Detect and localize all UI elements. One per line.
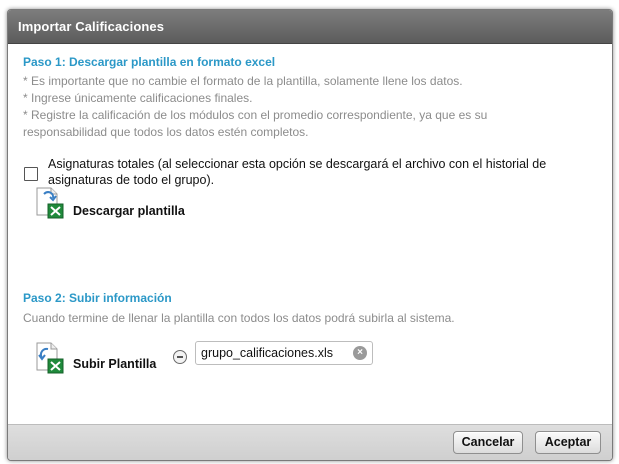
accept-button[interactable]: Aceptar	[535, 431, 601, 454]
upload-template-label[interactable]: Subir Plantilla	[73, 357, 156, 371]
excel-download-icon[interactable]	[35, 187, 65, 219]
uploaded-file-name: grupo_calificaciones.xls	[201, 346, 334, 360]
step1-title: Paso 1: Descargar plantilla en formato e…	[23, 55, 276, 69]
dialog-content: Paso 1: Descargar plantilla en formato e…	[8, 44, 612, 424]
uploaded-file-field[interactable]: grupo_calificaciones.xls ×	[195, 341, 373, 365]
step1-note-1: * Es importante que no cambie el formato…	[23, 74, 463, 88]
step2-description: Cuando termine de llenar la plantilla co…	[23, 311, 455, 325]
step1-note-3: * Registre la calificación de los módulo…	[23, 108, 488, 122]
step2-title: Paso 2: Subir información	[23, 291, 172, 305]
clear-icon[interactable]: ×	[353, 346, 367, 360]
dialog-footer: Cancelar Aceptar	[8, 424, 612, 460]
import-grades-dialog: Importar Calificaciones Paso 1: Descarga…	[7, 9, 613, 461]
dialog-titlebar: Importar Calificaciones	[8, 10, 612, 44]
checkbox-label-line-1: Asignaturas totales (al seleccionar esta…	[48, 157, 547, 171]
total-subjects-checkbox[interactable]	[24, 167, 38, 181]
total-subjects-label[interactable]: Asignaturas totales (al seleccionar esta…	[48, 156, 598, 188]
step1-note-2: * Ingrese únicamente calificaciones fina…	[23, 91, 253, 105]
checkbox-label-line-2: asignaturas de todo el grupo).	[48, 173, 215, 187]
dialog-title: Importar Calificaciones	[18, 19, 165, 34]
download-template-link[interactable]: Descargar plantilla	[73, 204, 185, 218]
remove-file-button[interactable]	[173, 350, 187, 364]
step1-note-4: responsabilidad que todos los datos esté…	[23, 125, 309, 139]
cancel-button[interactable]: Cancelar	[453, 431, 523, 454]
excel-upload-icon[interactable]	[35, 342, 65, 374]
